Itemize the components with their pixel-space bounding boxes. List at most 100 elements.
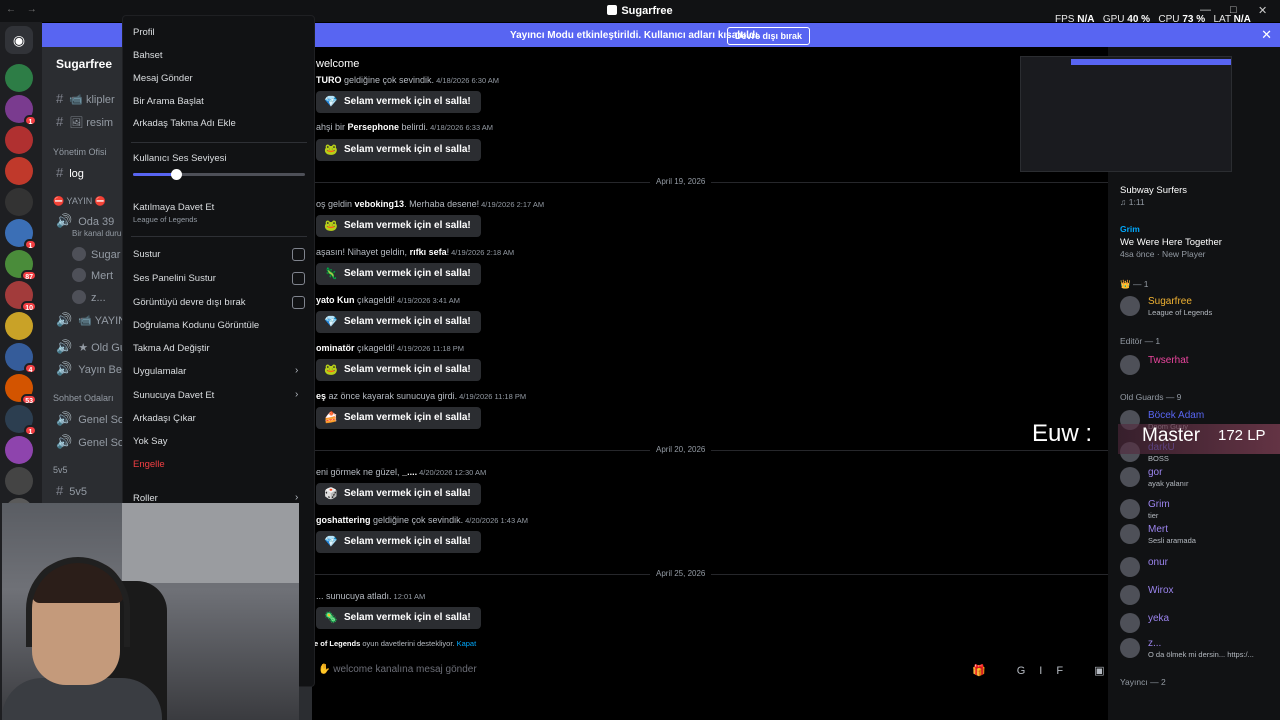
home-icon[interactable]: ◉ bbox=[5, 26, 33, 54]
unread-badge: 53 bbox=[21, 394, 37, 405]
wave-label: Selam vermek için el salla! bbox=[344, 220, 471, 231]
menu-item[interactable]: Bahset bbox=[133, 50, 163, 61]
server-icon[interactable] bbox=[5, 436, 33, 464]
member-name[interactable]: goshattering bbox=[316, 515, 371, 525]
date-divider: April 19, 2026 bbox=[312, 177, 1108, 186]
hint-game: e of Legends bbox=[314, 639, 361, 648]
system-message: yato Kun çıkageldi! 4/19/2026 3:41 AM bbox=[316, 295, 460, 305]
channel-category[interactable]: Yönetim Ofisi bbox=[53, 147, 107, 157]
member-status: O da ölmek mi dersin... https:/... bbox=[1148, 650, 1254, 659]
hint-close-link[interactable]: Kapat bbox=[457, 639, 477, 648]
unread-badge: 87 bbox=[21, 270, 37, 281]
member-name[interactable]: ominatör bbox=[316, 343, 355, 353]
wave-button[interactable]: 🐸 Selam vermek için el salla! bbox=[316, 359, 481, 381]
server-icon[interactable]: 87 bbox=[5, 250, 37, 281]
volume-knob[interactable] bbox=[171, 169, 182, 180]
menu-toggle-item[interactable]: Ses Panelini Sustur bbox=[133, 273, 216, 284]
wave-button[interactable]: 🦠 Selam vermek için el salla! bbox=[316, 607, 481, 629]
invite-game: League of Legends bbox=[133, 215, 198, 224]
member-name[interactable]: rıfkı sefa bbox=[410, 247, 447, 257]
member-name: Böcek Adam bbox=[1148, 410, 1205, 421]
user-volume-slider[interactable] bbox=[133, 169, 305, 180]
server-icon[interactable] bbox=[5, 126, 33, 154]
server-icon[interactable] bbox=[5, 312, 33, 340]
server-icon[interactable]: 1 bbox=[5, 95, 37, 126]
banner-close-icon[interactable]: ✕ bbox=[1261, 27, 1272, 43]
member-status: BOSS bbox=[1148, 454, 1169, 463]
member-category: Editör — 1 bbox=[1120, 336, 1161, 346]
channel-item[interactable]: # 🖼 resim bbox=[56, 114, 113, 129]
checkbox[interactable] bbox=[292, 248, 305, 261]
menu-toggle-item[interactable]: Görüntüyü devre dışı bırak bbox=[133, 297, 245, 308]
wave-button[interactable]: 🐸 Selam vermek için el salla! bbox=[316, 139, 481, 161]
message-text: çıkageldi! bbox=[354, 343, 396, 353]
guild-name[interactable]: Sugarfree bbox=[56, 57, 112, 71]
channel-item[interactable]: # log bbox=[56, 165, 84, 180]
screen-share-preview[interactable] bbox=[1020, 56, 1232, 172]
channel-label: log bbox=[69, 168, 84, 180]
voice-user[interactable]: Mert bbox=[72, 268, 113, 282]
avatar bbox=[1120, 585, 1140, 605]
wave-button[interactable]: 🦎 Selam vermek için el salla! bbox=[316, 263, 481, 285]
member-name[interactable]: yato Kun bbox=[316, 295, 355, 305]
channel-label: resim bbox=[86, 117, 114, 129]
disable-streamer-mode-button[interactable]: Devre dışı bırak bbox=[727, 27, 811, 45]
menu-item[interactable]: Arkadaşı Çıkar bbox=[133, 413, 196, 424]
timestamp: 4/18/2026 6:33 AM bbox=[430, 123, 494, 132]
server-icon[interactable]: 53 bbox=[5, 374, 37, 405]
wave-sticker-icon: 🎲 bbox=[324, 488, 338, 500]
member-name[interactable]: TURO bbox=[316, 75, 342, 85]
channel-category[interactable]: 5v5 bbox=[53, 465, 68, 475]
wave-button[interactable]: 💎 Selam vermek için el salla! bbox=[316, 311, 481, 333]
server-icon[interactable] bbox=[5, 157, 33, 185]
server-icon[interactable] bbox=[5, 64, 33, 92]
server-icon[interactable]: 1 bbox=[5, 219, 37, 250]
member-status: Sesli aramada bbox=[1148, 536, 1196, 545]
voice-user[interactable]: Sugar bbox=[72, 247, 120, 261]
wave-button[interactable]: 🎲 Selam vermek için el salla! bbox=[316, 483, 481, 505]
invite-to-join[interactable]: Katılmaya Davet Et bbox=[133, 202, 214, 213]
menu-item[interactable]: Doğrulama Kodunu Görüntüle bbox=[133, 320, 259, 331]
member-category: 👑 — 1 bbox=[1120, 279, 1149, 289]
wave-label: Selam vermek için el salla! bbox=[344, 144, 471, 155]
menu-toggle-item[interactable]: Sustur bbox=[133, 249, 160, 260]
member-name: Twserhat bbox=[1148, 355, 1189, 366]
member-name: yeka bbox=[1148, 613, 1170, 624]
message-text: ahşi bir bbox=[316, 122, 348, 132]
server-icon[interactable]: 1 bbox=[5, 405, 37, 436]
wave-button[interactable]: 🍰 Selam vermek için el salla! bbox=[316, 407, 481, 429]
member-name[interactable]: Persephone bbox=[348, 122, 400, 132]
menu-item[interactable]: Profil bbox=[133, 27, 155, 38]
message-text: az önce kayarak sunucuya girdi. bbox=[326, 391, 458, 401]
channel-item[interactable]: # 📹 klipler bbox=[56, 91, 115, 106]
server-icon[interactable] bbox=[5, 188, 33, 216]
member-name[interactable]: eş bbox=[316, 391, 326, 401]
menu-item[interactable]: Yok Say bbox=[133, 436, 168, 447]
menu-item[interactable]: Mesaj Gönder bbox=[133, 73, 193, 84]
channel-category[interactable]: ⛔ YAYIN ⛔ bbox=[53, 196, 106, 207]
speaker-icon: 🔊 bbox=[56, 213, 73, 228]
channel-item[interactable]: 🔊 Oda 39 bbox=[56, 213, 114, 229]
member-name[interactable]: veboking13 bbox=[355, 199, 405, 209]
submenu-item[interactable]: Uygulamalar bbox=[133, 366, 186, 377]
member-name[interactable]: _.... bbox=[402, 467, 417, 477]
channel-item[interactable]: #5v5 bbox=[56, 483, 87, 498]
menu-item[interactable]: Bir Arama Başlat bbox=[133, 96, 204, 107]
voice-user[interactable]: z... bbox=[72, 290, 106, 304]
wave-label: Selam vermek için el salla! bbox=[344, 364, 471, 375]
server-icon[interactable]: 4 bbox=[5, 343, 37, 374]
channel-category[interactable]: Sohbet Odaları bbox=[53, 393, 114, 403]
wave-button[interactable]: 💎 Selam vermek için el salla! bbox=[316, 91, 481, 113]
checkbox[interactable] bbox=[292, 296, 305, 309]
server-icon[interactable] bbox=[5, 467, 33, 495]
checkbox[interactable] bbox=[292, 272, 305, 285]
server-icon[interactable]: 10 bbox=[5, 281, 37, 312]
menu-item[interactable]: Takma Ad Değiştir bbox=[133, 343, 210, 354]
wave-button[interactable]: 🐸 Selam vermek için el salla! bbox=[316, 215, 481, 237]
wave-button[interactable]: 💎 Selam vermek için el salla! bbox=[316, 531, 481, 553]
block-user[interactable]: Engelle bbox=[133, 459, 165, 470]
close-window-button[interactable]: ✕ bbox=[1258, 4, 1267, 17]
submenu-item[interactable]: Sunucuya Davet Et bbox=[133, 390, 214, 401]
volume-fill bbox=[133, 173, 176, 176]
menu-item[interactable]: Arkadaş Takma Adı Ekle bbox=[133, 118, 236, 129]
